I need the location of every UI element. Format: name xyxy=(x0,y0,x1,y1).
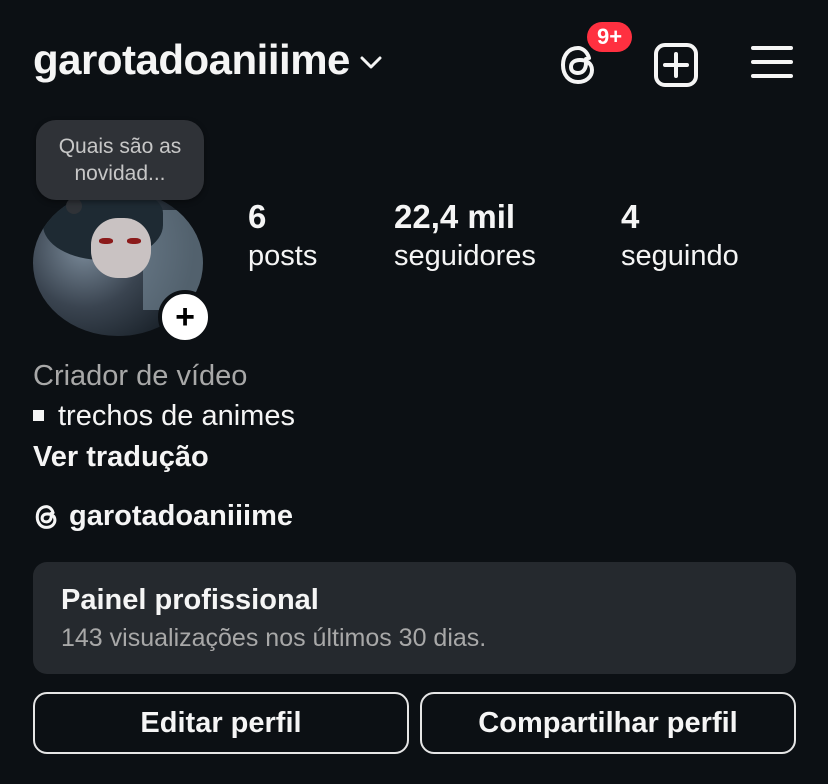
followers-label: seguidores xyxy=(394,240,536,272)
add-story-button[interactable]: + xyxy=(158,290,212,344)
plus-square-icon xyxy=(654,43,698,87)
hamburger-menu-icon xyxy=(751,46,793,78)
note-bubble[interactable]: Quais são as novidad... xyxy=(36,120,204,200)
menu-button[interactable] xyxy=(750,44,794,85)
following-stat[interactable]: 4 seguindo xyxy=(621,200,739,274)
posts-count: 6 xyxy=(248,198,267,235)
followers-stat[interactable]: 22,4 mil seguidores xyxy=(394,200,536,274)
account-switcher[interactable]: garotadoaniiime xyxy=(33,36,382,84)
notification-badge: 9+ xyxy=(587,22,633,52)
posts-label: posts xyxy=(248,240,318,272)
profile-category: Criador de vídeo xyxy=(33,360,248,392)
chevron-down-icon xyxy=(360,56,382,69)
professional-dashboard[interactable]: Painel profissional 143 visualizações no… xyxy=(33,562,796,674)
username: garotadoaniiime xyxy=(33,36,350,83)
edit-profile-button[interactable]: Editar perfil xyxy=(33,692,409,754)
create-button[interactable] xyxy=(653,42,699,93)
profile-header: garotadoaniiime 9+ xyxy=(0,0,828,120)
bio-text: trechos de animes xyxy=(33,400,295,433)
plus-icon: + xyxy=(175,298,195,336)
profile-avatar-area[interactable]: + xyxy=(33,190,212,344)
threads-icon xyxy=(35,504,57,529)
threads-profile-link[interactable]: garotadoaniiime xyxy=(33,500,293,533)
note-bubble-tail xyxy=(66,198,82,214)
avatar-eye xyxy=(99,238,113,244)
threads-handle: garotadoaniiime xyxy=(69,500,293,532)
note-text: Quais são as novidad... xyxy=(58,135,182,185)
square-bullet-icon xyxy=(33,409,44,421)
dashboard-subtitle: 143 visualizações nos últimos 30 dias. xyxy=(61,624,487,652)
posts-stat[interactable]: 6 posts xyxy=(248,200,317,274)
avatar-eye xyxy=(127,238,141,244)
see-translation-link[interactable]: Ver tradução xyxy=(33,441,209,474)
dashboard-title: Painel profissional xyxy=(61,584,319,616)
share-profile-button[interactable]: Compartilhar perfil xyxy=(420,692,796,754)
followers-count: 22,4 mil xyxy=(394,198,516,235)
avatar-face xyxy=(91,218,151,278)
bio-line-text: trechos de animes xyxy=(58,400,295,432)
following-label: seguindo xyxy=(621,240,739,272)
following-count: 4 xyxy=(621,198,640,235)
